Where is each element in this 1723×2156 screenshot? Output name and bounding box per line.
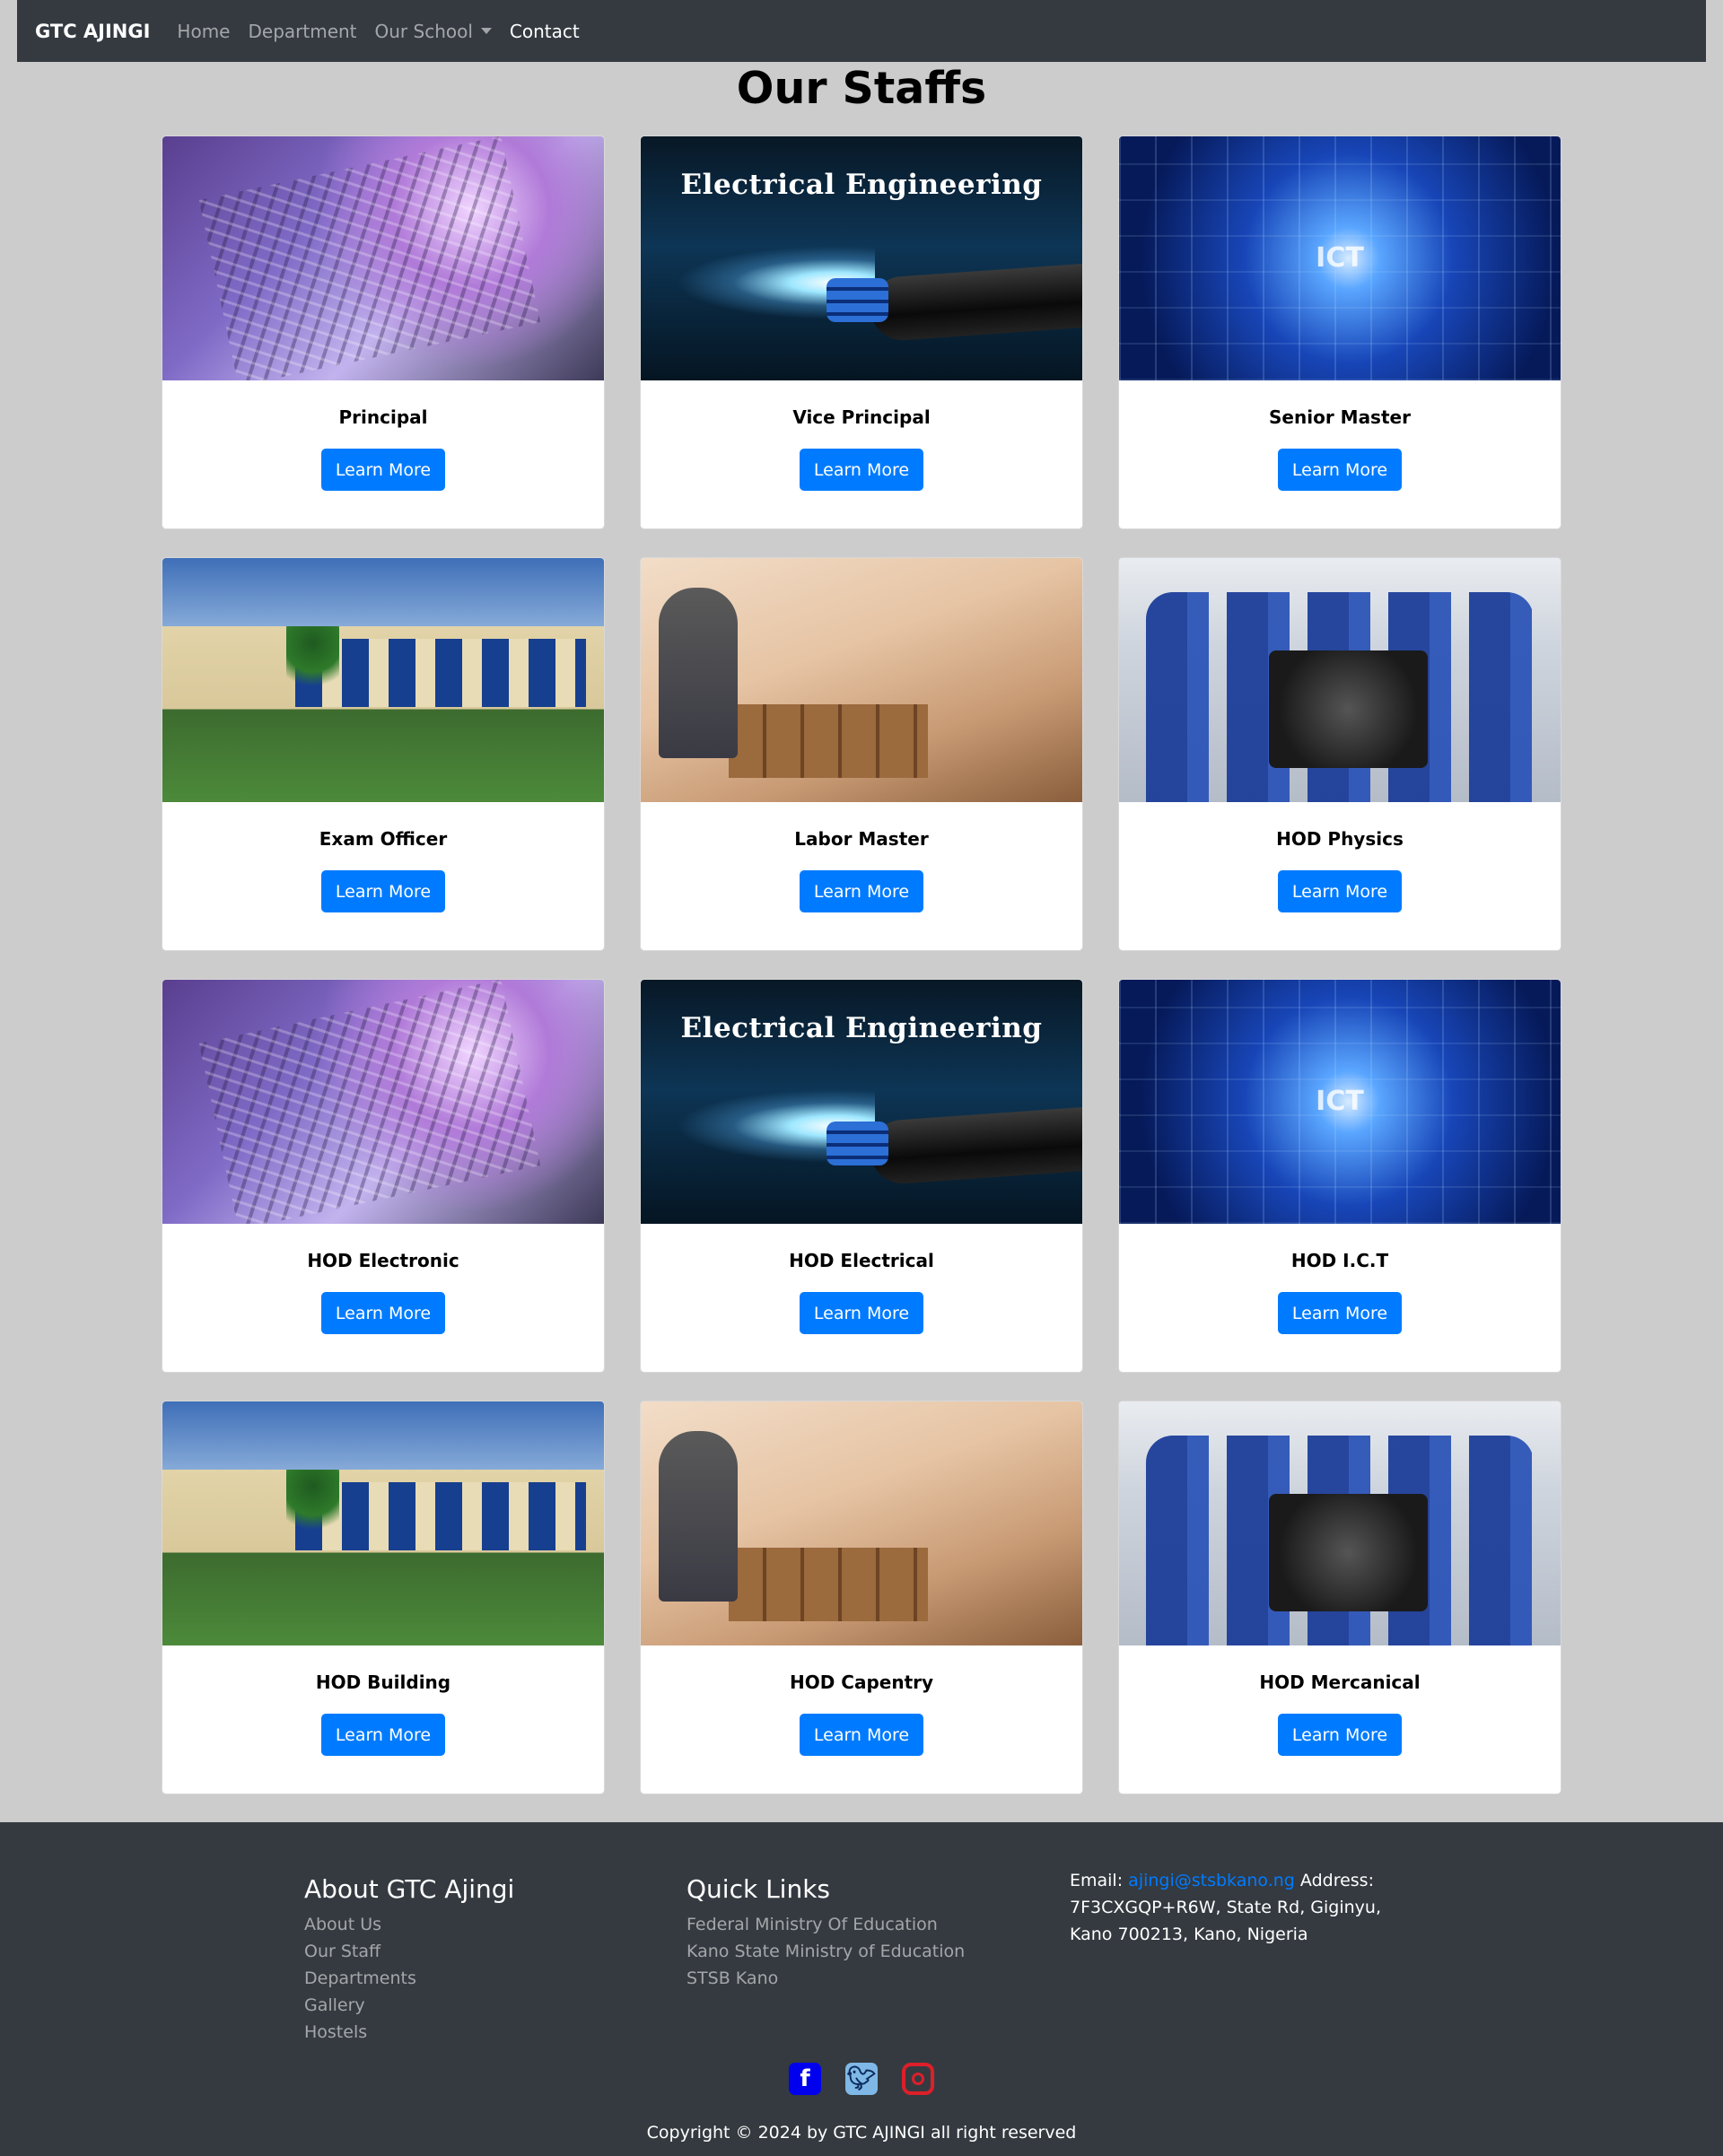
card-title: Principal bbox=[338, 406, 428, 428]
electrical-engineering-image: Electrical Engineering bbox=[641, 980, 1082, 1224]
carpentry-workshop-image bbox=[641, 1401, 1082, 1645]
staff-card: HOD Building Learn More bbox=[162, 1401, 605, 1794]
staff-card: HOD Electronic Learn More bbox=[162, 979, 605, 1373]
footer: About GTC Ajingi About Us Our Staff Depa… bbox=[0, 1822, 1723, 2156]
staff-card: HOD Physics Learn More bbox=[1118, 557, 1561, 951]
card-title: HOD Capentry bbox=[789, 1672, 934, 1693]
nav-contact[interactable]: Contact bbox=[510, 21, 580, 42]
card-title: Vice Principal bbox=[792, 406, 931, 428]
navbar: GTC AJINGI Home Department Our School Co… bbox=[17, 0, 1706, 62]
learn-more-button[interactable]: Learn More bbox=[320, 1714, 446, 1756]
footer-quick-links-column: Quick Links Federal Ministry Of Educatio… bbox=[687, 1874, 965, 1992]
footer-quick-links-heading: Quick Links bbox=[687, 1874, 831, 1904]
footer-link-our-staff[interactable]: Our Staff bbox=[304, 1938, 514, 1965]
electronics-circuit-image bbox=[162, 136, 604, 380]
learn-more-button[interactable]: Learn More bbox=[799, 449, 924, 491]
staff-card: Electrical Engineering HOD Electrical Le… bbox=[640, 979, 1083, 1373]
carpentry-workshop-image bbox=[641, 558, 1082, 802]
card-title: HOD Physics bbox=[1276, 828, 1404, 850]
footer-link-stsb-kano[interactable]: STSB Kano bbox=[687, 1965, 965, 1992]
footer-contact: Email: ajingi@stsbkano.ng Address: 7F3CX… bbox=[1070, 1867, 1429, 1948]
learn-more-button[interactable]: Learn More bbox=[320, 870, 446, 912]
staff-grid: Principal Learn More Electrical Engineer… bbox=[162, 135, 1562, 1794]
learn-more-button[interactable]: Learn More bbox=[799, 1714, 924, 1756]
card-title: HOD Electrical bbox=[789, 1250, 934, 1271]
staff-card: Electrical Engineering Vice Principal Le… bbox=[640, 135, 1083, 529]
learn-more-button[interactable]: Learn More bbox=[1277, 1714, 1403, 1756]
footer-link-gallery[interactable]: Gallery bbox=[304, 1992, 514, 2019]
email-label: Email: bbox=[1070, 1871, 1124, 1890]
staff-card: Principal Learn More bbox=[162, 135, 605, 529]
students-engine-image bbox=[1119, 558, 1561, 802]
nav-department[interactable]: Department bbox=[248, 21, 356, 42]
footer-link-kano-ministry[interactable]: Kano State Ministry of Education bbox=[687, 1938, 965, 1965]
footer-link-about-us[interactable]: About Us bbox=[304, 1911, 514, 1938]
copyright-text: Copyright © 2024 by GTC AJINGI all right… bbox=[646, 2123, 1077, 2143]
card-title: Labor Master bbox=[794, 828, 929, 850]
footer-about-heading: About GTC Ajingi bbox=[304, 1874, 515, 1904]
students-engine-image bbox=[1119, 1401, 1561, 1645]
learn-more-button[interactable]: Learn More bbox=[320, 1292, 446, 1334]
learn-more-button[interactable]: Learn More bbox=[1277, 870, 1403, 912]
page-title: Our Staffs bbox=[736, 63, 987, 114]
card-title: HOD Mercanical bbox=[1259, 1672, 1421, 1693]
staff-card: HOD Mercanical Learn More bbox=[1118, 1401, 1561, 1794]
caret-down-icon bbox=[480, 28, 492, 34]
twitter-icon[interactable]: 🐦︎ bbox=[845, 2063, 878, 2095]
image-caption: Electrical Engineering bbox=[680, 1012, 1043, 1044]
card-title: Exam Officer bbox=[319, 828, 448, 850]
electronics-circuit-image bbox=[162, 980, 604, 1224]
brand-logo[interactable]: GTC AJINGI bbox=[35, 21, 150, 42]
address-text: 7F3CXGQP+R6W, State Rd, Giginyu, Kano 70… bbox=[1070, 1898, 1381, 1944]
learn-more-button[interactable]: Learn More bbox=[1277, 1292, 1403, 1334]
staff-card: ICT HOD I.C.T Learn More bbox=[1118, 979, 1561, 1373]
social-links: f 🐦︎ bbox=[0, 2063, 1723, 2095]
staff-card: ICT Senior Master Learn More bbox=[1118, 135, 1561, 529]
nav-our-school-dropdown[interactable]: Our School bbox=[375, 21, 492, 42]
school-building-image bbox=[162, 558, 604, 802]
card-title: HOD I.C.T bbox=[1290, 1250, 1389, 1271]
nav-home[interactable]: Home bbox=[177, 21, 230, 42]
learn-more-button[interactable]: Learn More bbox=[1277, 449, 1403, 491]
image-caption: ICT bbox=[1316, 1086, 1364, 1117]
address-label: Address: bbox=[1299, 1871, 1374, 1890]
footer-link-hostels[interactable]: Hostels bbox=[304, 2019, 514, 2046]
nav-our-school-label: Our School bbox=[374, 20, 473, 42]
footer-link-federal-ministry[interactable]: Federal Ministry Of Education bbox=[687, 1911, 965, 1938]
card-title: Senior Master bbox=[1269, 406, 1411, 428]
facebook-icon[interactable]: f bbox=[789, 2063, 821, 2095]
image-caption: ICT bbox=[1316, 242, 1364, 274]
footer-link-departments[interactable]: Departments bbox=[304, 1965, 514, 1992]
footer-about-column: About GTC Ajingi About Us Our Staff Depa… bbox=[304, 1874, 514, 2046]
image-caption: Electrical Engineering bbox=[680, 169, 1043, 201]
staff-card: HOD Capentry Learn More bbox=[640, 1401, 1083, 1794]
learn-more-button[interactable]: Learn More bbox=[799, 1292, 924, 1334]
card-title: HOD Building bbox=[315, 1672, 451, 1693]
electrical-engineering-image: Electrical Engineering bbox=[641, 136, 1082, 380]
staff-card: Exam Officer Learn More bbox=[162, 557, 605, 951]
instagram-icon[interactable] bbox=[902, 2063, 934, 2095]
staff-card: Labor Master Learn More bbox=[640, 557, 1083, 951]
ict-network-image: ICT bbox=[1119, 980, 1561, 1224]
school-building-image bbox=[162, 1401, 604, 1645]
learn-more-button[interactable]: Learn More bbox=[799, 870, 924, 912]
email-link[interactable]: ajingi@stsbkano.ng bbox=[1128, 1871, 1295, 1890]
card-title: HOD Electronic bbox=[307, 1250, 459, 1271]
learn-more-button[interactable]: Learn More bbox=[320, 449, 446, 491]
ict-network-image: ICT bbox=[1119, 136, 1561, 380]
